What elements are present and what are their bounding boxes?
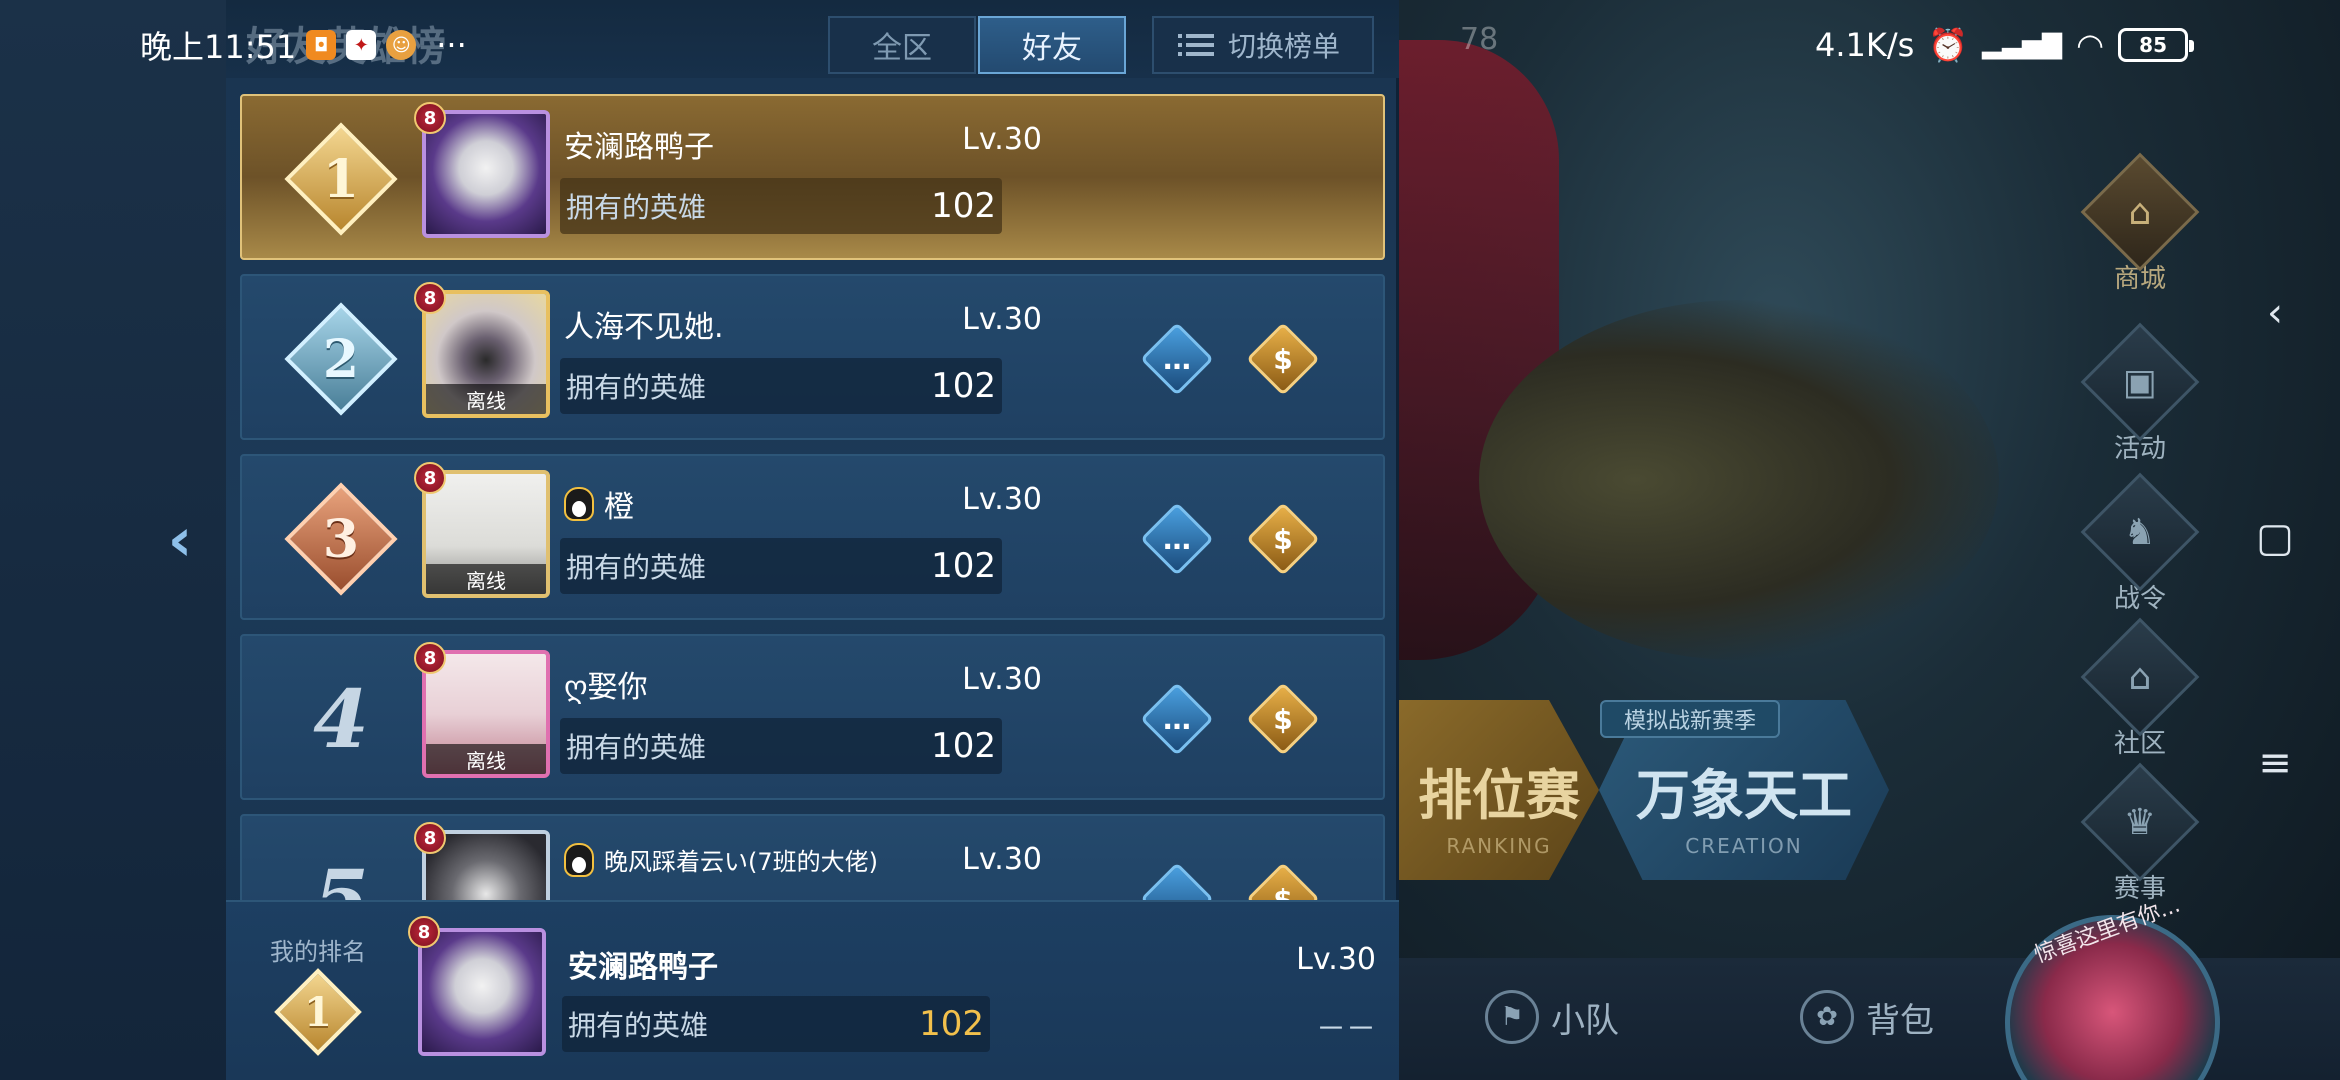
pavilion-icon: ⌂ (2080, 617, 2200, 737)
hero-count-bar: 拥有的英雄 102 (560, 718, 1002, 774)
avatar[interactable] (418, 928, 546, 1056)
chat-bubble-icon: … (1163, 342, 1191, 376)
chat-button[interactable]: … (1140, 682, 1214, 756)
gift-button[interactable]: $ (1246, 322, 1320, 396)
rank-badge-gold: 1 (284, 122, 398, 236)
status-time: 晚上11:51 (140, 28, 297, 66)
qq-penguin-icon (564, 842, 594, 877)
leaderboard-row[interactable]: 2 8 离线 人海不见她. Lv.30 拥有的英雄 102 … $ (240, 274, 1385, 440)
notification-icon: ✦ (346, 30, 377, 60)
chest-icon: ▣ (2080, 322, 2200, 442)
my-rank-extra: －－ (1316, 1012, 1376, 1047)
chat-bubble-icon: … (1163, 702, 1191, 736)
collapse-panel-button[interactable]: ‹ (155, 505, 205, 575)
signal-icon: ▂▃▅▇ (1982, 30, 2063, 60)
tab-friends[interactable]: 好友 (978, 16, 1126, 74)
offline-tag: 离线 (426, 744, 546, 774)
level-badge: 8 (414, 462, 446, 494)
player-level: Lv.30 (962, 482, 1042, 517)
side-item-community[interactable]: ⌂ 社区 (2080, 617, 2200, 760)
gift-button[interactable]: $ (1246, 502, 1320, 576)
gift-coin-icon: $ (1273, 522, 1293, 556)
hero-count: 102 (931, 726, 996, 766)
side-item-tournament[interactable]: ♛ 赛事 (2080, 762, 2200, 905)
level-badge: 8 (414, 102, 446, 134)
hero-leaderboard-panel: 好友英雄榜 全区 好友 切换榜单 1 8 安澜路鸭子 Lv.30 拥有的英雄 1… (226, 0, 1399, 1080)
hero-count: 102 (931, 546, 996, 586)
bag-icon: ✿ (1800, 990, 1854, 1044)
offline-tag: 离线 (426, 564, 546, 594)
player-name: 橙 (564, 482, 634, 526)
bottom-nav-team[interactable]: ⚑ 小队 (1485, 990, 1619, 1044)
system-home-icon[interactable]: ▢ (2255, 515, 2295, 561)
level-badge: 8 (414, 642, 446, 674)
gift-button[interactable]: $ (1246, 682, 1320, 756)
hero-count: 102 (931, 366, 996, 406)
flag-icon: ⚑ (1485, 990, 1539, 1044)
ranked-mode-button[interactable]: 排位赛 RANKING (1399, 700, 1599, 880)
hero-count: 102 (931, 186, 996, 226)
rank-badge-bronze: 3 (284, 482, 398, 596)
status-bar-left: 晚上11:51 ◘ ✦ ☺ ··· (140, 20, 467, 70)
my-rank-footer: 我的排名 1 8 安澜路鸭子 Lv.30 拥有的英雄 102 －－ (226, 900, 1399, 1080)
side-item-pass[interactable]: ♞ 战令 (2080, 472, 2200, 615)
leaderboard-row[interactable]: 3 8 离线 橙 Lv.30 拥有的英雄 102 … $ (240, 454, 1385, 620)
gift-coin-icon: $ (1273, 342, 1293, 376)
chat-button[interactable]: … (1140, 322, 1214, 396)
status-bar-right: 4.1K/s ⏰ ▂▃▅▇ ◠ 85 (1815, 20, 2195, 70)
gift-coin-icon: $ (1273, 702, 1293, 736)
trophy-icon: ♛ (2080, 762, 2200, 882)
player-name: ღ娶你 (564, 670, 648, 705)
game-lobby-background: 排位赛 RANKING 万象天工 CREATION (1399, 0, 2340, 1080)
network-speed: 4.1K/s (1815, 26, 1915, 64)
hero-armor-artwork (1479, 300, 1999, 660)
shop-icon: ⌂ (2080, 152, 2200, 272)
level-badge: 8 (408, 916, 440, 948)
player-level: Lv.30 (962, 842, 1042, 877)
list-icon (1177, 34, 1214, 56)
leaderboard-row[interactable]: 1 8 安澜路鸭子 Lv.30 拥有的英雄 102 (240, 94, 1385, 260)
chat-bubble-icon: … (1163, 522, 1191, 556)
side-item-activity[interactable]: ▣ 活动 (2080, 322, 2200, 465)
hud-resource-count: 78 (1460, 22, 1499, 57)
hero-count-bar: 拥有的英雄 102 (560, 538, 1002, 594)
player-level: Lv.30 (1296, 942, 1376, 977)
switch-leaderboard-button[interactable]: 切换榜单 (1152, 16, 1374, 74)
wifi-icon: ◠ (2076, 26, 2105, 64)
qq-penguin-icon (564, 487, 594, 521)
season-tag: 模拟战新赛季 (1600, 700, 1780, 738)
tab-all-region[interactable]: 全区 (828, 16, 976, 74)
player-name: 人海不见她. (564, 310, 724, 345)
battery-icon: 85 (2118, 28, 2195, 62)
player-name: 安澜路鸭子 (564, 130, 714, 165)
level-badge: 8 (414, 822, 446, 854)
chevron-left-icon: ‹ (167, 505, 193, 575)
rank-badge-gold: 1 (268, 962, 368, 1062)
system-back-icon[interactable]: ‹ (2255, 290, 2295, 336)
hero-count-bar: 拥有的英雄 102 (560, 358, 1002, 414)
player-level: Lv.30 (962, 122, 1042, 157)
player-level: Lv.30 (962, 302, 1042, 337)
hero-count-bar: 拥有的英雄 102 (562, 996, 990, 1052)
rank-number: 4 (313, 672, 369, 766)
notification-icon: ◘ (306, 30, 337, 60)
player-level: Lv.30 (962, 662, 1042, 697)
offline-tag: 离线 (426, 384, 546, 414)
alarm-icon: ⏰ (1928, 26, 1969, 64)
side-item-shop[interactable]: ⌂ 商城 (2080, 152, 2200, 295)
rank-badge-silver: 2 (284, 302, 398, 416)
more-notifications-icon: ··· (436, 26, 467, 64)
hero-count-bar: 拥有的英雄 102 (560, 178, 1002, 234)
leaderboard-row[interactable]: 4 8 离线 ღ娶你 Lv.30 拥有的英雄 102 … $ (240, 634, 1385, 800)
hero-count: 102 (919, 1004, 984, 1044)
horse-icon: ♞ (2080, 472, 2200, 592)
system-menu-icon[interactable]: ≡ (2255, 740, 2295, 786)
bottom-nav-bag[interactable]: ✿ 背包 (1800, 990, 1934, 1044)
player-name: 安澜路鸭子 (568, 950, 718, 985)
notification-icon: ☺ (386, 30, 417, 60)
switch-leaderboard-label: 切换榜单 (1227, 30, 1340, 63)
level-badge: 8 (414, 282, 446, 314)
chat-button[interactable]: … (1140, 502, 1214, 576)
player-name: 晚风踩着云い(7班的大佬) (564, 842, 878, 877)
